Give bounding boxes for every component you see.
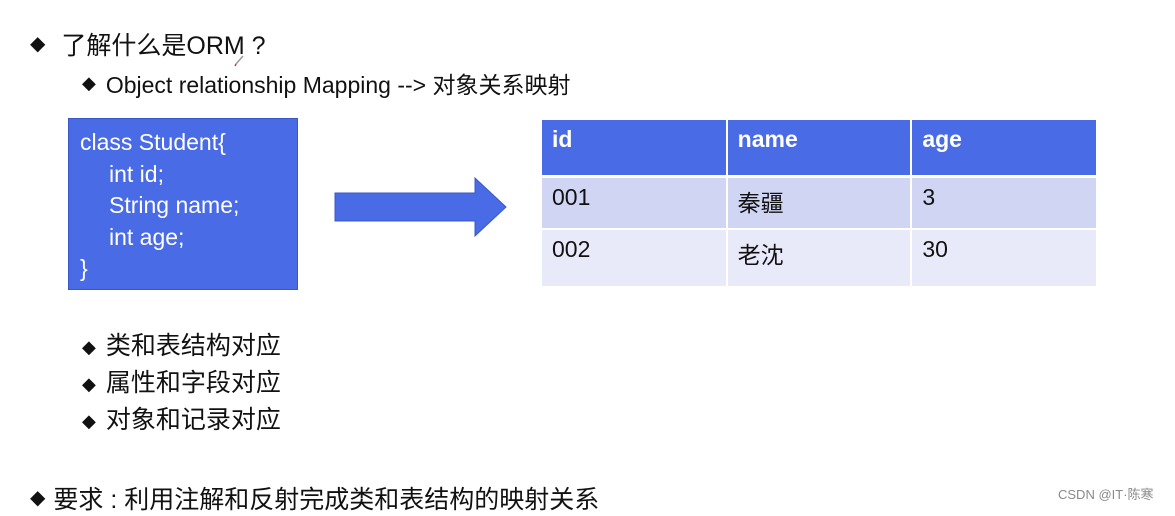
table-cell: 老沈 [725, 229, 913, 286]
table-header-row: id name age [542, 120, 1096, 178]
code-line: class Student{ [80, 129, 226, 155]
list-item: ◆ 类和表结构对应 [82, 328, 281, 365]
table-cell: 秦疆 [725, 176, 913, 230]
table-cell: 002 [542, 229, 728, 286]
point-text: 对象和记录对应 [105, 406, 281, 434]
diamond-bullet-icon: ◆ [82, 73, 96, 93]
diamond-bullet-icon: ◆ [30, 33, 46, 55]
code-line: String name; [109, 192, 240, 218]
requirement-text: 要求 : 利用注解和反射完成类和表结构的映射关系 [53, 486, 600, 514]
table-row: 002 老沈 30 [542, 229, 1096, 286]
slide-subheading: ◆ Object relationship Mapping --> 对象关系映射 [82, 66, 570, 100]
list-item: ◆ 对象和记录对应 [82, 402, 281, 439]
diamond-bullet-icon: ◆ [82, 336, 96, 357]
point-text: 属性和字段对应 [105, 369, 281, 397]
requirement: ◆ 要求 : 利用注解和反射完成类和表结构的映射关系 [30, 480, 599, 516]
diamond-bullet-icon: ◆ [30, 487, 46, 509]
point-text: 类和表结构对应 [105, 332, 281, 360]
right-arrow-icon [334, 176, 507, 238]
code-line: int age; [109, 223, 185, 250]
list-item: ◆ 属性和字段对应 [82, 365, 281, 402]
table-cell: 30 [910, 229, 1096, 286]
code-line: } [80, 255, 88, 281]
watermark: CSDN @IT·陈寒 [1058, 487, 1154, 502]
table-row: 001 秦疆 3 [542, 176, 1096, 230]
column-header: id [542, 120, 728, 178]
code-line: int id; [109, 160, 164, 187]
subheading-text: Object relationship Mapping --> 对象关系映射 [105, 72, 571, 98]
table-cell: 001 [542, 176, 728, 230]
column-header: name [725, 120, 913, 178]
mapping-points: ◆ 类和表结构对应 ◆ 属性和字段对应 ◆ 对象和记录对应 [82, 328, 281, 439]
column-header: age [910, 120, 1096, 178]
class-code-box: class Student{ int id; String name; int … [68, 118, 298, 290]
diamond-bullet-icon: ◆ [82, 410, 96, 431]
diamond-bullet-icon: ◆ [82, 373, 96, 394]
table-cell: 3 [910, 176, 1096, 230]
orm-table: id name age 001 秦疆 3 002 老沈 30 [542, 120, 1096, 286]
slide-heading: ◆ 了解什么是ORM ? [30, 26, 266, 62]
